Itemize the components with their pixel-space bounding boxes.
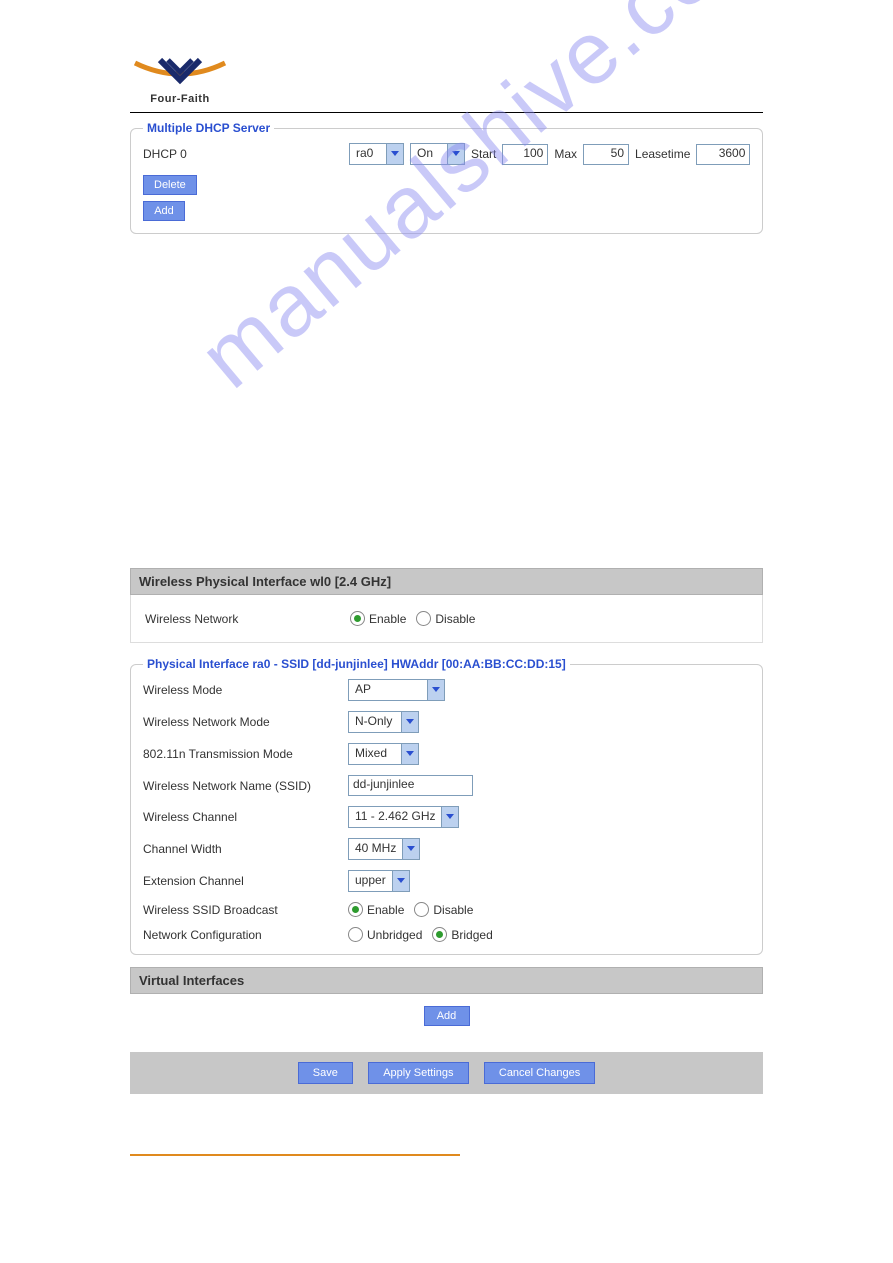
wireless-mode-select[interactable]: AP [348, 679, 445, 701]
dhcp-iface-value: ra0 [350, 144, 386, 164]
broadcast-disable-radio[interactable]: Disable [414, 902, 473, 917]
radio-icon [432, 927, 447, 942]
ext-channel-value: upper [349, 871, 392, 891]
dhcp-state-select[interactable]: On [410, 143, 465, 165]
wl0-enable-radio[interactable]: Enable [350, 611, 406, 626]
network-mode-select[interactable]: N-Only [348, 711, 419, 733]
radio-icon [350, 611, 365, 626]
chevron-down-icon [427, 680, 444, 700]
channel-label: Wireless Channel [143, 810, 348, 824]
footer-divider [130, 1154, 460, 1156]
ssid-broadcast-label: Wireless SSID Broadcast [143, 903, 348, 917]
tx-mode-label: 802.11n Transmission Mode [143, 747, 348, 761]
virtual-add-button[interactable]: Add [424, 1006, 470, 1026]
radio-icon [348, 902, 363, 917]
netcfg-bridged-text: Bridged [451, 928, 492, 942]
wl0-section-bar: Wireless Physical Interface wl0 [2.4 GHz… [130, 568, 763, 595]
save-button[interactable]: Save [298, 1062, 353, 1084]
wl0-panel: Wireless Network Enable Disable [130, 595, 763, 643]
wl0-network-label: Wireless Network [145, 612, 350, 626]
dhcp-fieldset: Multiple DHCP Server DHCP 0 ra0 On Start… [130, 121, 763, 234]
dhcp-start-input[interactable]: 100 [502, 144, 548, 165]
radio-icon [416, 611, 431, 626]
dhcp-row: DHCP 0 ra0 On Start 100 Max 50 Leasetime… [143, 143, 750, 165]
ext-channel-label: Extension Channel [143, 874, 348, 888]
netcfg-bridged-radio[interactable]: Bridged [432, 927, 492, 942]
dhcp-start-label: Start [471, 147, 496, 161]
network-mode-value: N-Only [349, 712, 401, 732]
tx-mode-value: Mixed [349, 744, 401, 764]
four-faith-icon [130, 55, 230, 93]
chevron-down-icon [386, 144, 403, 164]
wireless-mode-label: Wireless Mode [143, 683, 348, 697]
footer-bar: Save Apply Settings Cancel Changes [130, 1052, 763, 1094]
netcfg-label: Network Configuration [143, 928, 348, 942]
radio-icon [348, 927, 363, 942]
ext-channel-select[interactable]: upper [348, 870, 410, 892]
cancel-button[interactable]: Cancel Changes [484, 1062, 595, 1084]
dhcp-add-button[interactable]: Add [143, 201, 185, 221]
chevron-down-icon [402, 839, 419, 859]
virtual-panel: Add [130, 994, 763, 1038]
wireless-mode-value: AP [349, 680, 427, 700]
broadcast-enable-text: Enable [367, 903, 404, 917]
apply-button[interactable]: Apply Settings [368, 1062, 468, 1084]
ssid-label: Wireless Network Name (SSID) [143, 779, 348, 793]
dhcp-delete-button[interactable]: Delete [143, 175, 197, 195]
channel-value: 11 - 2.462 GHz [349, 807, 441, 827]
dhcp-name: DHCP 0 [143, 147, 343, 161]
dhcp-max-input[interactable]: 50 [583, 144, 629, 165]
dhcp-lease-label: Leasetime [635, 147, 690, 161]
broadcast-disable-text: Disable [433, 903, 473, 917]
chevron-down-icon [392, 871, 409, 891]
width-label: Channel Width [143, 842, 348, 856]
wl0-enable-text: Enable [369, 612, 406, 626]
brand-logo: Four-Faith [130, 55, 240, 110]
chevron-down-icon [441, 807, 458, 827]
wl0-disable-radio[interactable]: Disable [416, 611, 475, 626]
header-logo-row: Four-Faith [130, 55, 763, 113]
tx-mode-select[interactable]: Mixed [348, 743, 419, 765]
netcfg-unbridged-text: Unbridged [367, 928, 422, 942]
chevron-down-icon [401, 744, 418, 764]
width-select[interactable]: 40 MHz [348, 838, 420, 860]
dhcp-lease-input[interactable]: 3600 [696, 144, 750, 165]
phys-fieldset: Physical Interface ra0 - SSID [dd-junjin… [130, 657, 763, 955]
dhcp-legend: Multiple DHCP Server [143, 121, 274, 135]
dhcp-state-value: On [411, 144, 447, 164]
broadcast-enable-radio[interactable]: Enable [348, 902, 404, 917]
netcfg-unbridged-radio[interactable]: Unbridged [348, 927, 422, 942]
wl0-disable-text: Disable [435, 612, 475, 626]
dhcp-iface-select[interactable]: ra0 [349, 143, 404, 165]
network-mode-label: Wireless Network Mode [143, 715, 348, 729]
chevron-down-icon [401, 712, 418, 732]
chevron-down-icon [447, 144, 464, 164]
virtual-section-bar: Virtual Interfaces [130, 967, 763, 994]
radio-icon [414, 902, 429, 917]
ssid-input[interactable]: dd-junjinlee [348, 775, 473, 796]
dhcp-max-label: Max [554, 147, 577, 161]
channel-select[interactable]: 11 - 2.462 GHz [348, 806, 459, 828]
phys-legend: Physical Interface ra0 - SSID [dd-junjin… [143, 657, 570, 671]
brand-name: Four-Faith [130, 93, 230, 105]
width-value: 40 MHz [349, 839, 402, 859]
